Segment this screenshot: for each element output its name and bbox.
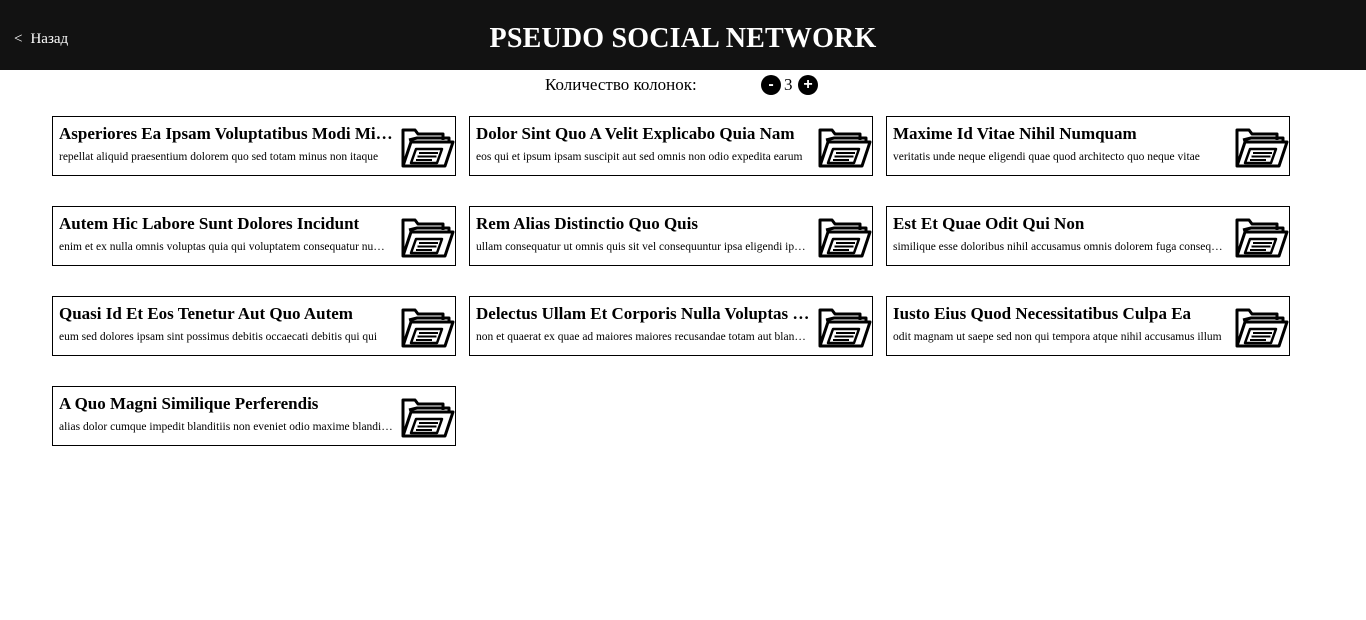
folder-document-icon [399, 212, 455, 262]
increase-columns-button[interactable]: + [798, 75, 818, 95]
columns-count-label: Количество колонок: [545, 75, 697, 94]
post-card-body: odit magnam ut saepe sed non qui tempora… [893, 331, 1222, 343]
post-card[interactable]: Maxime Id Vitae Nihil Numquam veritatis u… [886, 116, 1290, 176]
post-card-title: Dolor Sint Quo A Velit Explicabo Quia Na… [476, 124, 795, 143]
post-card-body: eum sed dolores ipsam sint possimus debi… [59, 331, 378, 343]
post-card[interactable]: Autem Hic Labore Sunt Dolores Incidunt en… [52, 206, 456, 266]
post-card-body: repellat aliquid praesentium dolorem quo… [59, 151, 379, 163]
columns-control: Количество колонок: - 3 + [0, 74, 1366, 96]
folder-document-icon [399, 122, 455, 172]
columns-count-value: 3 [784, 75, 793, 94]
post-card[interactable]: Quasi Id Et Eos Tenetur Aut Quo Autem eum… [52, 296, 456, 356]
folder-document-icon [399, 302, 455, 352]
folder-document-icon [1233, 302, 1289, 352]
post-card-title: Asperiores Ea Ipsam Voluptatibus Modi Mi… [59, 124, 395, 143]
page-title: PSEUDO SOCIAL NETWORK [489, 23, 877, 54]
post-card-title: Maxime Id Vitae Nihil Numquam [893, 124, 1137, 143]
post-card-title: Autem Hic Labore Sunt Dolores Incidunt [59, 214, 360, 233]
app-header: < Назад PSEUDO SOCIAL NETWORK [0, 0, 1366, 70]
folder-document-icon [1233, 122, 1289, 172]
post-card-body: similique esse doloribus nihil accusamus… [893, 241, 1227, 253]
post-card[interactable]: Rem Alias Distinctio Quo Quis ullam conse… [469, 206, 873, 266]
post-card-title: Est Et Quae Odit Qui Non [893, 214, 1085, 233]
post-card-title: Iusto Eius Quod Necessitatibus Culpa Ea [893, 304, 1192, 323]
folder-document-icon [816, 122, 872, 172]
post-card-body: ullam consequatur ut omnis quis sit vel … [476, 241, 810, 253]
post-card-title: A Quo Magni Similique Perferendis [59, 394, 319, 413]
post-card-title: Rem Alias Distinctio Quo Quis [476, 214, 698, 233]
folder-document-icon [816, 302, 872, 352]
post-card[interactable]: Iusto Eius Quod Necessitatibus Culpa Ea o… [886, 296, 1290, 356]
post-card-title: Quasi Id Et Eos Tenetur Aut Quo Autem [59, 304, 353, 323]
folder-document-icon [399, 392, 455, 442]
folder-document-icon [1233, 212, 1289, 262]
post-card[interactable]: Dolor Sint Quo A Velit Explicabo Quia Na… [469, 116, 873, 176]
post-card-body: alias dolor cumque impedit blanditiis no… [59, 421, 393, 433]
post-card[interactable]: Delectus Ullam Et Corporis Nulla Volupta… [469, 296, 873, 356]
post-card[interactable]: Asperiores Ea Ipsam Voluptatibus Modi Mi… [52, 116, 456, 176]
post-card-body: eos qui et ipsum ipsam suscipit aut sed … [476, 151, 803, 163]
post-card[interactable]: Est Et Quae Odit Qui Non similique esse d… [886, 206, 1290, 266]
post-card[interactable]: A Quo Magni Similique Perferendis alias d… [52, 386, 456, 446]
decrease-columns-button[interactable]: - [761, 75, 781, 95]
post-card-title: Delectus Ullam Et Corporis Nulla Volupta… [476, 304, 812, 323]
post-card-body: non et quaerat ex quae ad maiores maiore… [476, 331, 810, 343]
folder-document-icon [816, 212, 872, 262]
post-card-body: veritatis unde neque eligendi quae quod … [893, 151, 1200, 163]
post-card-body: enim et ex nulla omnis voluptas quia qui… [59, 241, 393, 253]
